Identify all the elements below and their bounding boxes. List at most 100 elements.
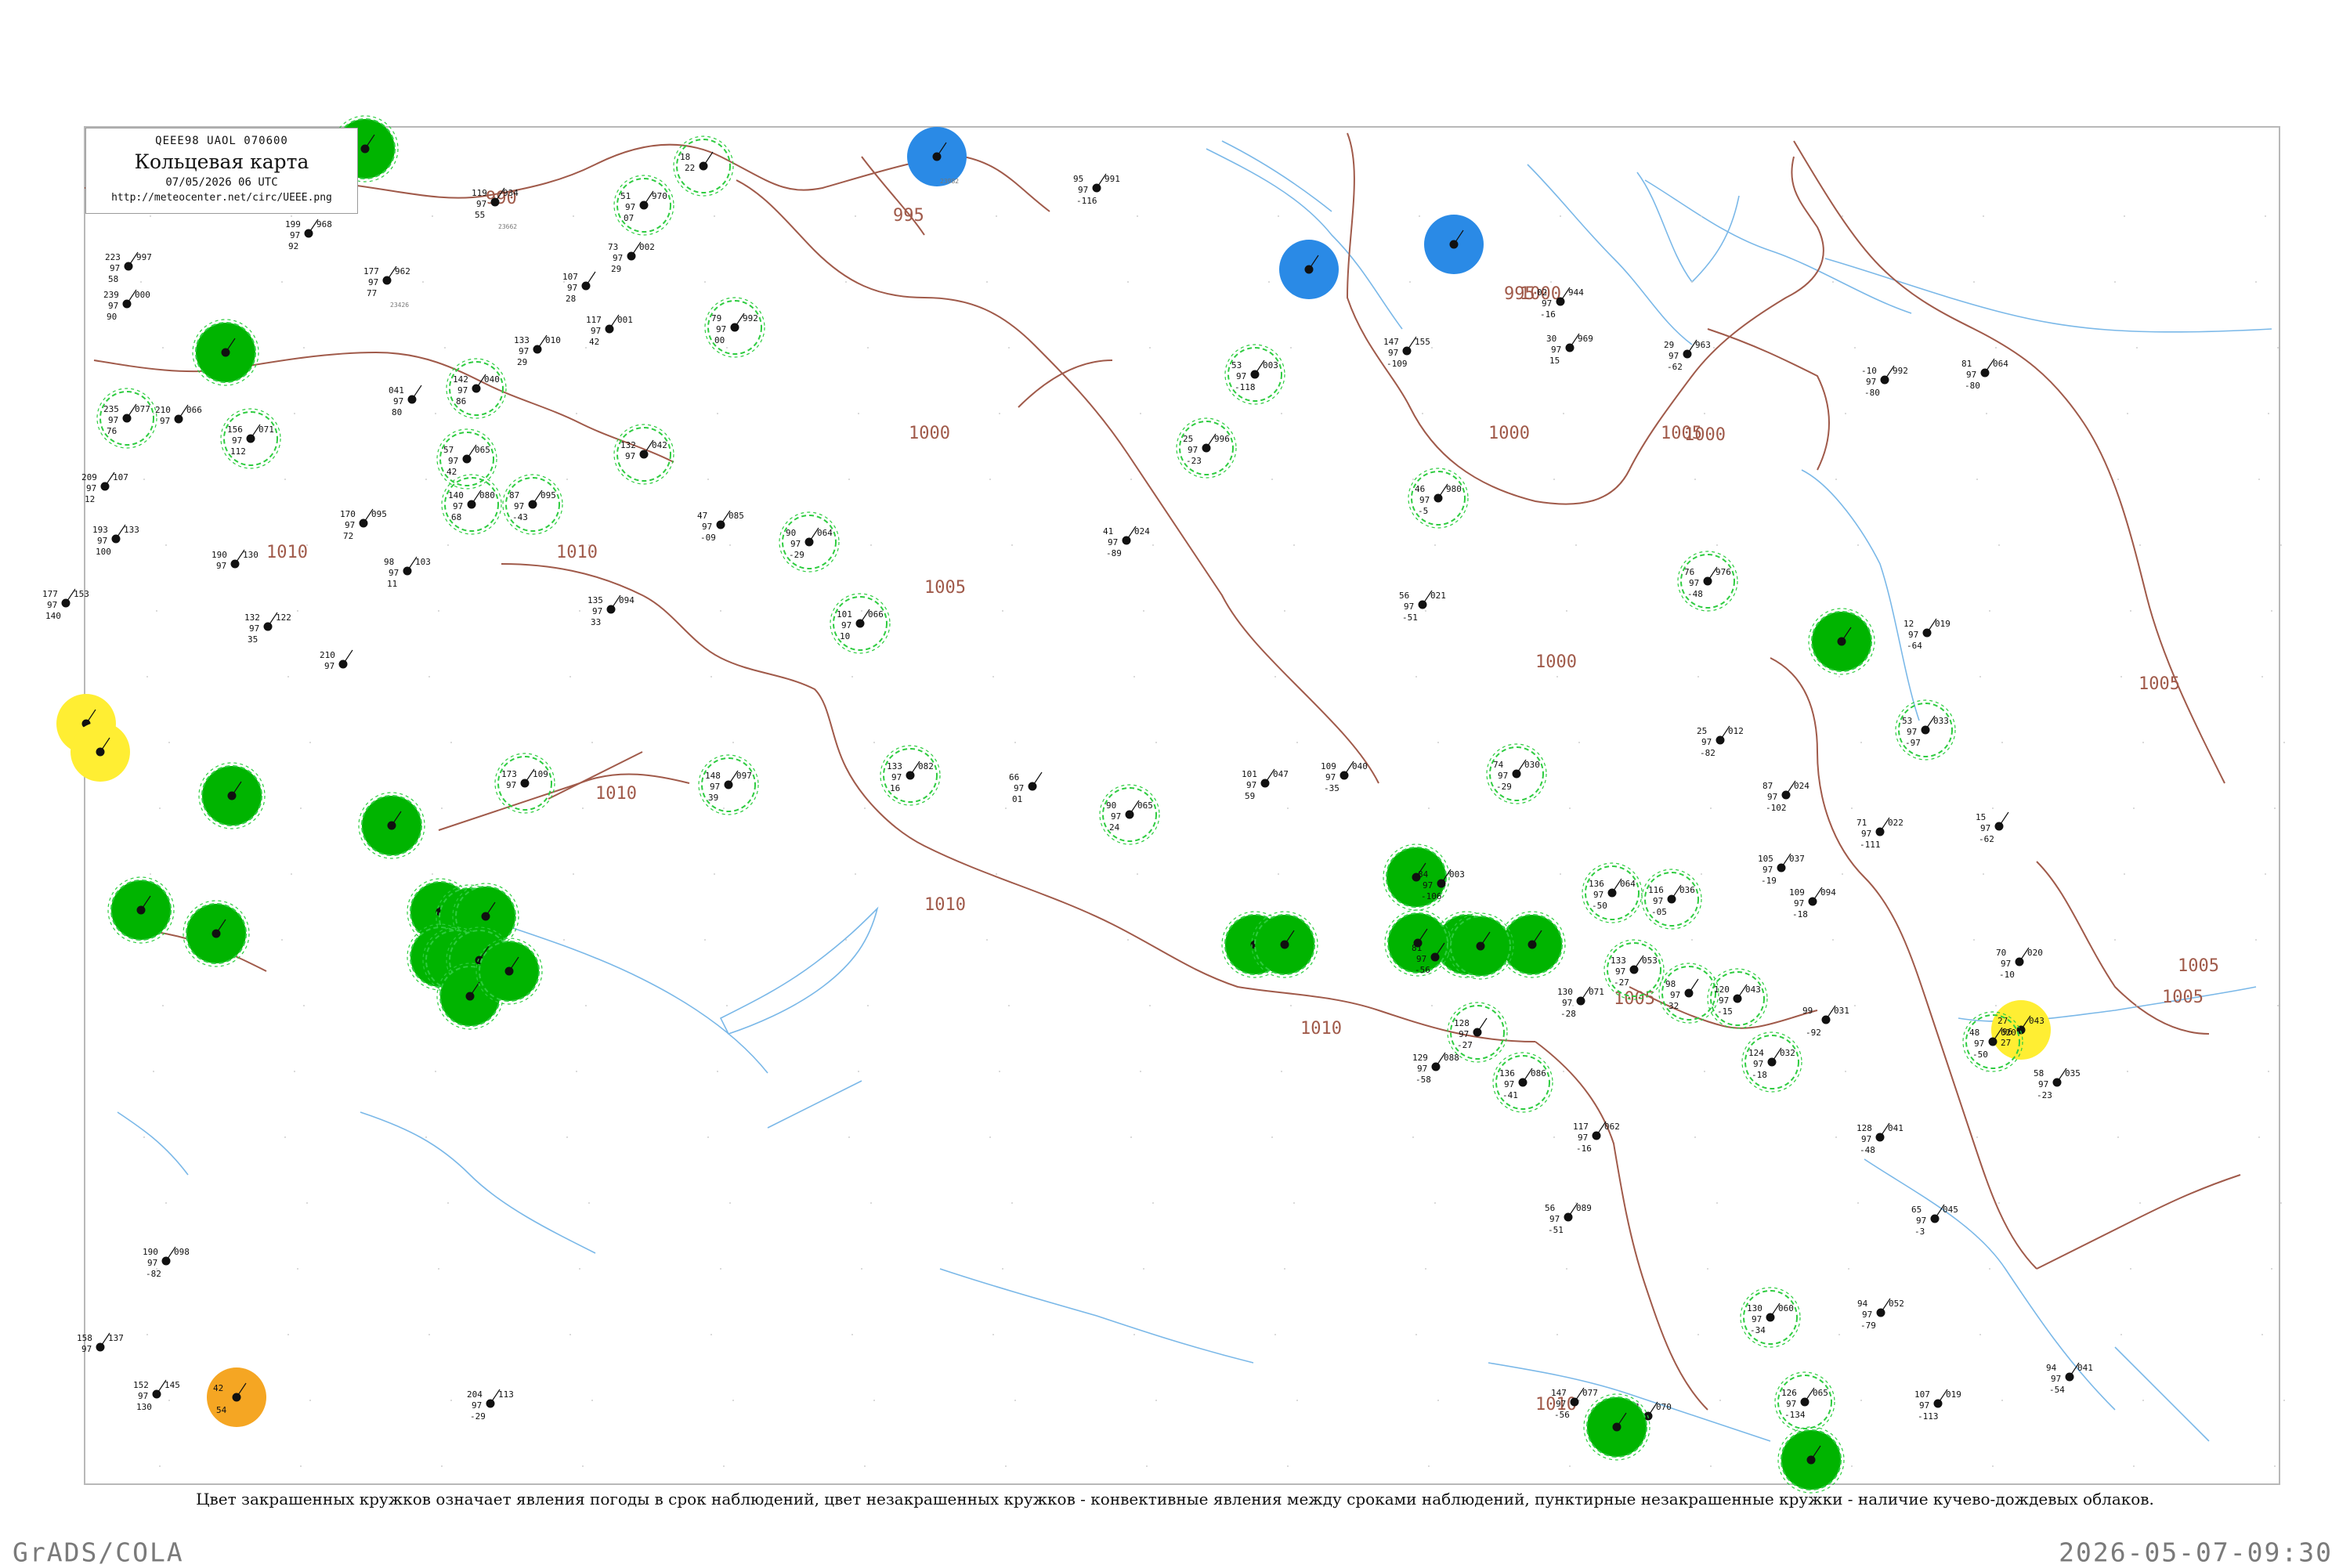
station-p-value: 996 (1214, 434, 1230, 444)
graticule-dot (1290, 1005, 1292, 1006)
station-td-value: 97 (1325, 772, 1336, 782)
station-t-value: 177 (42, 589, 58, 599)
station-td-value: 97 (290, 230, 300, 240)
isobar-line (1018, 359, 1113, 408)
station-tend-value: 80 (392, 407, 402, 417)
graticule-dot (1425, 610, 1426, 612)
graticule-dot (867, 1005, 869, 1006)
graticule-dot (291, 215, 292, 217)
station-td-value: 97 (1689, 578, 1699, 588)
station-plot: 128 041 97-48 (1856, 1122, 1904, 1155)
station-tend-value: -79 (1860, 1321, 1876, 1331)
station-plot: 90 064 97-29 (779, 511, 840, 573)
graticule-dot (1152, 1202, 1154, 1204)
graticule-dot (710, 676, 712, 677)
station-p-value: 133 (124, 525, 139, 535)
station-tend-value: 29 (517, 357, 527, 367)
graticule-dot (1979, 676, 1981, 677)
graticule-dot (569, 676, 571, 677)
station-t-value: 84 (1418, 869, 1429, 880)
station-td-value: 97 (1653, 896, 1663, 906)
graticule-dot (579, 610, 580, 612)
station-p-value: 991 (1104, 174, 1120, 184)
station-tend-value: -29 (1496, 782, 1512, 792)
graticule-dot (1992, 1465, 1994, 1467)
station-td-value: 97 (389, 568, 399, 578)
graticule-dot (1716, 1202, 1718, 1204)
station-td-value: 97 (1593, 890, 1603, 900)
graticule-dot (2139, 1202, 2141, 1204)
station-td-value: 97 (1861, 829, 1871, 839)
station-plot: 71 022 97-111 (1856, 817, 1904, 850)
station-plot: 73 002 9729 (608, 241, 655, 274)
graticule-dot (588, 544, 590, 546)
graticule-dot (150, 873, 151, 875)
isobar-label: 1010 (556, 543, 598, 562)
station-tend-value: -19 (1761, 876, 1777, 886)
graticule-dot (1011, 544, 1013, 546)
map-url[interactable]: http://meteocenter.net/circ/UEEE.png (86, 192, 357, 204)
graticule-dot (1431, 347, 1433, 349)
river-line (501, 923, 768, 1074)
graticule-dot (585, 1005, 587, 1006)
station-id: 23662 (498, 223, 517, 230)
graticule-dot (2001, 1400, 2003, 1401)
station-td-value: 97 (1236, 371, 1246, 381)
station-tend-value: -5 (1418, 506, 1428, 516)
station-p-value: 066 (186, 405, 202, 415)
station-p-value: 045 (1943, 1205, 1958, 1215)
station-p-value: 052 (1889, 1299, 1904, 1309)
graticule-dot (1434, 544, 1436, 546)
graticule-dot (1415, 676, 1417, 677)
graticule-dot (848, 1136, 850, 1138)
station-td-value: 97 (1423, 880, 1433, 891)
station-t-value: 136 (1499, 1068, 1515, 1078)
station-t-value: 90 (786, 528, 796, 538)
station-td-value: 97 (324, 661, 334, 671)
river-line (2114, 1346, 2210, 1442)
graticule-dot (986, 939, 988, 941)
station-tend-value: -10 (1999, 970, 2015, 980)
station-plot: 65 045 97-3 (1911, 1204, 1958, 1237)
isobar-line (93, 351, 674, 463)
graticule-dot (1835, 1136, 1837, 1138)
station-t-value: 173 (501, 769, 517, 779)
station-td-value: 97 (1862, 1310, 1872, 1320)
graticule-dot (1976, 1136, 1978, 1138)
station-td-value: 97 (710, 782, 720, 792)
station-t-value: 041 (389, 385, 404, 396)
station-plot: 29 963 97-62 (1664, 339, 1711, 372)
graticule-dot (1268, 281, 1270, 283)
station-plot: 177 153 97140 (42, 588, 89, 621)
graticule-dot (1691, 281, 1693, 283)
lake-outline (719, 906, 879, 1035)
graticule-dot (297, 610, 298, 612)
graticule-dot (1431, 1005, 1433, 1006)
station-plot: 120 043 97-15 (1707, 968, 1768, 1029)
graticule-dot (1566, 610, 1567, 612)
graticule-dot (1701, 215, 1702, 217)
station-td-value: 97 (514, 501, 524, 511)
station-plot: 199 968 9792 (285, 219, 332, 251)
station-td-value: 97 (160, 416, 170, 426)
station-p-value: 097 (736, 771, 752, 781)
map-canvas[interactable]: 99099599510001000 10001000100510051005100… (0, 0, 2350, 1566)
graticule-dot (300, 807, 302, 809)
station-td-value: 97 (702, 522, 712, 532)
graticule-dot (729, 1202, 731, 1204)
station-t-value: 156 (227, 425, 243, 435)
graticule-dot (1137, 215, 1138, 217)
graticule-dot (566, 1136, 568, 1138)
station-tend-value: 10 (840, 631, 850, 641)
graticule-dot (444, 347, 446, 349)
station-td-value: 97 (1504, 1079, 1514, 1089)
station-plot: 193 133 97100 (92, 524, 139, 557)
graticule-dot (2271, 1268, 2272, 1270)
graticule-dot (291, 873, 292, 875)
graticule-dot (1854, 1005, 1856, 1006)
station-tend-value: 35 (248, 634, 258, 645)
river-line (117, 1111, 189, 1176)
station-t-value: 158 (77, 1333, 92, 1343)
station-tend-value: -09 (700, 533, 716, 543)
graticule-dot (156, 610, 157, 612)
